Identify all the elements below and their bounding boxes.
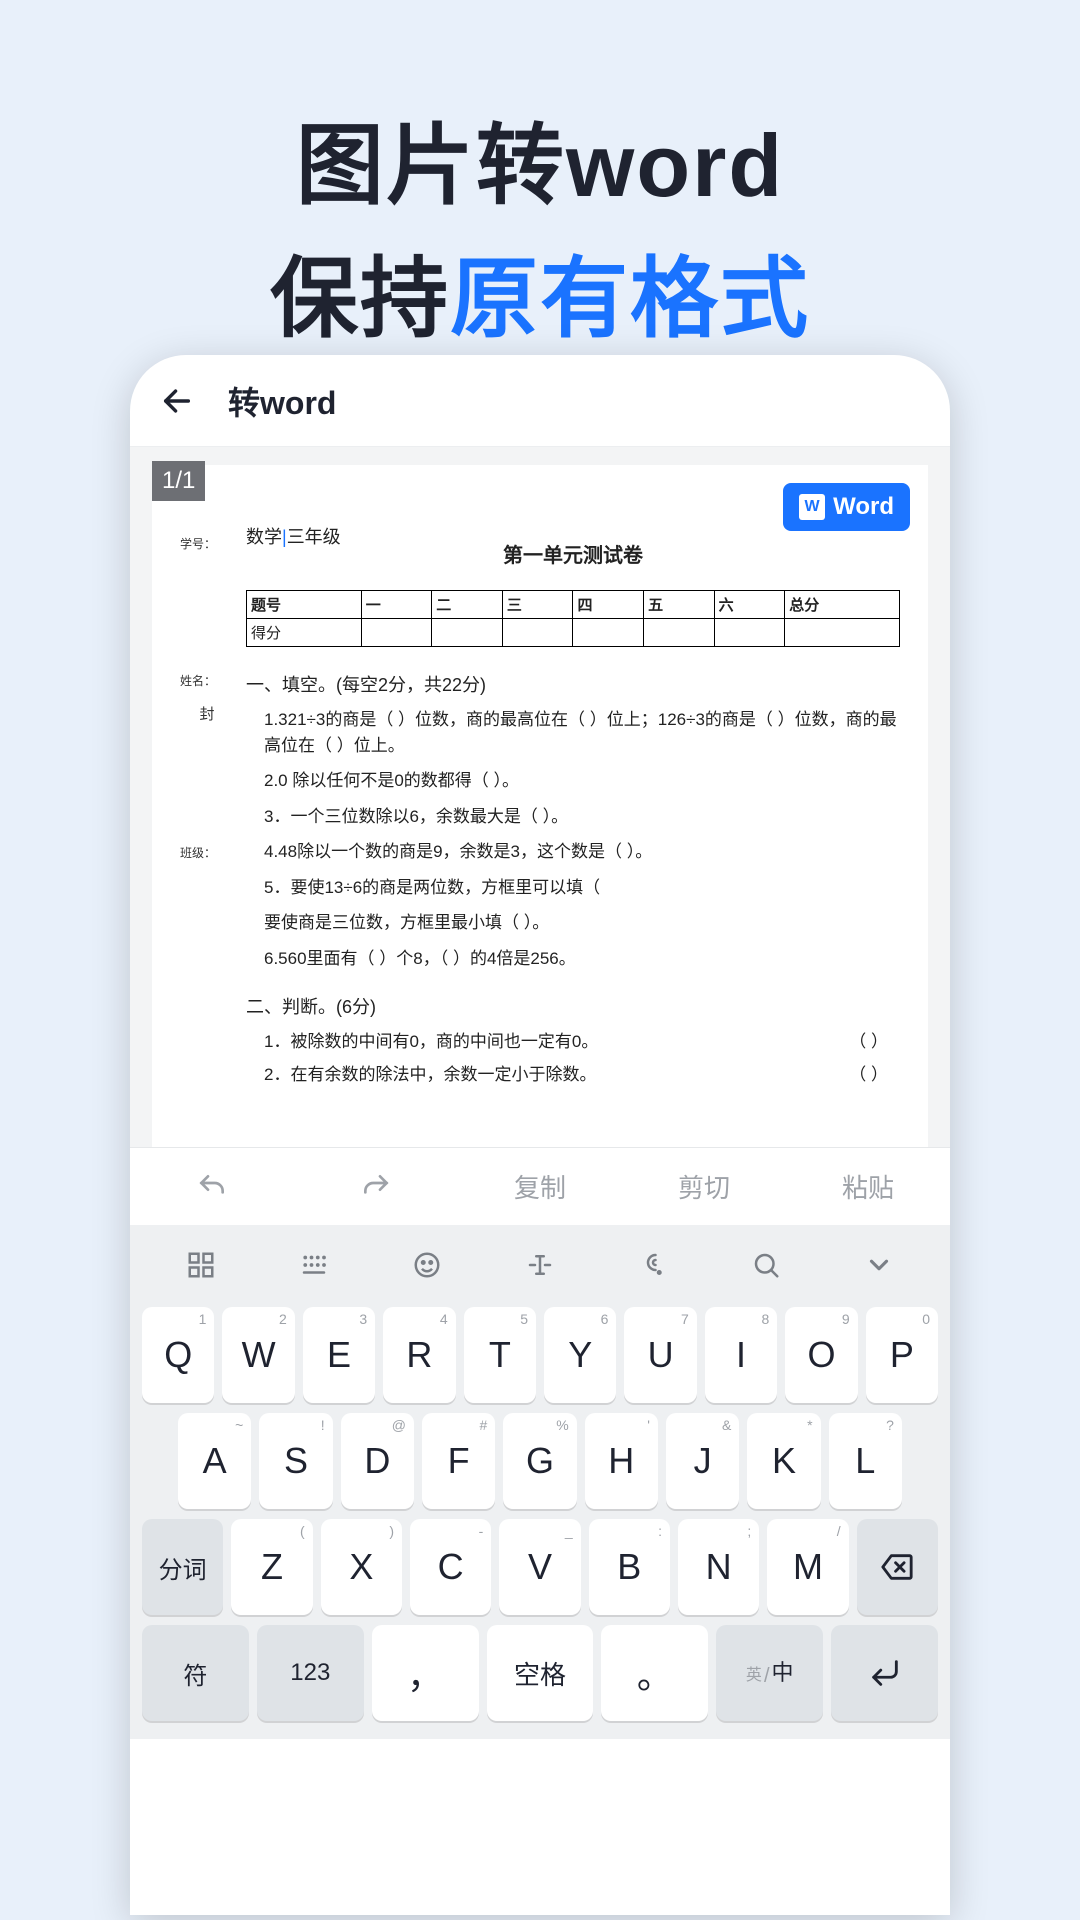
document-page[interactable]: W Word 学号： 姓名： 封 班级： 数学|三年级 第一单元测试卷 bbox=[152, 465, 928, 1147]
undo-button[interactable] bbox=[130, 1171, 294, 1203]
keyboard-toolbar bbox=[138, 1233, 942, 1297]
kbd-grid-icon[interactable] bbox=[144, 1250, 257, 1280]
key-period[interactable]: 。 bbox=[601, 1625, 708, 1721]
key-lang-toggle[interactable]: 英/中 bbox=[716, 1625, 823, 1721]
key-x[interactable]: X) bbox=[321, 1519, 402, 1615]
copy-button[interactable]: 复制 bbox=[458, 1168, 622, 1205]
key-h[interactable]: H' bbox=[585, 1413, 658, 1509]
key-g[interactable]: G% bbox=[503, 1413, 576, 1509]
key-j[interactable]: J& bbox=[666, 1413, 739, 1509]
key-s[interactable]: S! bbox=[259, 1413, 332, 1509]
key-y[interactable]: Y6 bbox=[544, 1307, 616, 1403]
key-z[interactable]: Z( bbox=[231, 1519, 312, 1615]
app-bar: 转word bbox=[130, 355, 950, 447]
word-icon: W bbox=[799, 494, 825, 520]
key-k[interactable]: K* bbox=[747, 1413, 820, 1509]
key-enter[interactable] bbox=[831, 1625, 938, 1721]
question-1: 1.321÷3的商是（ ）位数，商的最高位在（ ）位上；126÷3的商是（ ）位… bbox=[264, 707, 900, 758]
hero-line-2: 保持原有格式 bbox=[0, 228, 1080, 355]
question-6: 6.560里面有（ ）个8，（ ）的4倍是256。 bbox=[264, 946, 900, 972]
hero-line-1: 图片转word bbox=[0, 95, 1080, 222]
kbd-voice-icon[interactable] bbox=[597, 1250, 710, 1280]
question-2: 2.0 除以任何不是0的数都得（ ）。 bbox=[264, 768, 900, 794]
score-table: 题号 一二 三四 五六 总分 得分 bbox=[246, 590, 900, 647]
hero-headline: 图片转word 保持原有格式 bbox=[0, 0, 1080, 355]
key-backspace[interactable] bbox=[857, 1519, 938, 1615]
kbd-collapse-icon[interactable] bbox=[823, 1250, 936, 1280]
phone-frame: 转word 1/1 W Word 学号： 姓名： 封 班级： bbox=[130, 355, 950, 1915]
redo-button[interactable] bbox=[294, 1171, 458, 1203]
section-2-heading: 二、判断。(6分) bbox=[246, 993, 900, 1019]
doc-title: 第一单元测试卷 bbox=[246, 539, 900, 568]
key-space[interactable]: 空格 bbox=[487, 1625, 594, 1721]
key-fenci[interactable]: 分词 bbox=[142, 1519, 223, 1615]
key-i[interactable]: I8 bbox=[705, 1307, 777, 1403]
export-word-button[interactable]: W Word bbox=[783, 483, 910, 531]
document-area[interactable]: 1/1 W Word 学号： 姓名： 封 班级： 数学|三年级 bbox=[130, 447, 950, 1147]
key-v[interactable]: V_ bbox=[499, 1519, 580, 1615]
paste-button[interactable]: 粘贴 bbox=[786, 1168, 950, 1205]
page-indicator: 1/1 bbox=[152, 461, 205, 501]
keyboard: Q1W2E3R4T5Y6U7I8O9P0 A~S!D@F#G%H'J&K*L? … bbox=[130, 1225, 950, 1739]
key-d[interactable]: D@ bbox=[341, 1413, 414, 1509]
section-1-heading: 一、填空。(每空2分，共22分) bbox=[246, 671, 900, 697]
margin-labels: 学号： 姓名： 封 班级： bbox=[180, 523, 234, 1085]
key-w[interactable]: W2 bbox=[222, 1307, 294, 1403]
key-m[interactable]: M/ bbox=[767, 1519, 848, 1615]
key-comma[interactable]: ， bbox=[372, 1625, 479, 1721]
kbd-search-icon[interactable] bbox=[710, 1250, 823, 1280]
kbd-cursor-icon[interactable] bbox=[483, 1250, 596, 1280]
back-icon[interactable] bbox=[160, 384, 194, 418]
question-4: 4.48除以一个数的商是9，余数是3，这个数是（ ）。 bbox=[264, 839, 900, 865]
key-u[interactable]: U7 bbox=[624, 1307, 696, 1403]
key-r[interactable]: R4 bbox=[383, 1307, 455, 1403]
key-t[interactable]: T5 bbox=[464, 1307, 536, 1403]
kbd-layout-icon[interactable] bbox=[257, 1250, 370, 1280]
edit-toolbar: 复制 剪切 粘贴 bbox=[130, 1147, 950, 1225]
key-e[interactable]: E3 bbox=[303, 1307, 375, 1403]
key-b[interactable]: B: bbox=[589, 1519, 670, 1615]
key-q[interactable]: Q1 bbox=[142, 1307, 214, 1403]
key-c[interactable]: C- bbox=[410, 1519, 491, 1615]
key-f[interactable]: F# bbox=[422, 1413, 495, 1509]
question-5b: 要使商是三位数，方框里最小填（ ）。 bbox=[264, 910, 900, 936]
cut-button[interactable]: 剪切 bbox=[622, 1168, 786, 1205]
question-5a: 5．要使13÷6的商是两位数，方框里可以填（ bbox=[264, 875, 900, 901]
key-a[interactable]: A~ bbox=[178, 1413, 251, 1509]
document-content[interactable]: 数学|三年级 第一单元测试卷 题号 一二 三四 五六 总分 得分 bbox=[246, 523, 900, 1085]
key-n[interactable]: N; bbox=[678, 1519, 759, 1615]
key-o[interactable]: O9 bbox=[785, 1307, 857, 1403]
question-3: 3．一个三位数除以6，余数最大是（ ）。 bbox=[264, 804, 900, 830]
appbar-title: 转word bbox=[228, 378, 336, 424]
key-symbol[interactable]: 符 bbox=[142, 1625, 249, 1721]
key-numeric[interactable]: 123 bbox=[257, 1625, 364, 1721]
judge-1: 1．被除数的中间有0，商的中间也一定有0。（ ） bbox=[264, 1027, 900, 1052]
key-l[interactable]: L? bbox=[829, 1413, 902, 1509]
key-p[interactable]: P0 bbox=[866, 1307, 938, 1403]
kbd-emoji-icon[interactable] bbox=[370, 1250, 483, 1280]
judge-2: 2．在有余数的除法中，余数一定小于除数。（ ） bbox=[264, 1060, 900, 1085]
